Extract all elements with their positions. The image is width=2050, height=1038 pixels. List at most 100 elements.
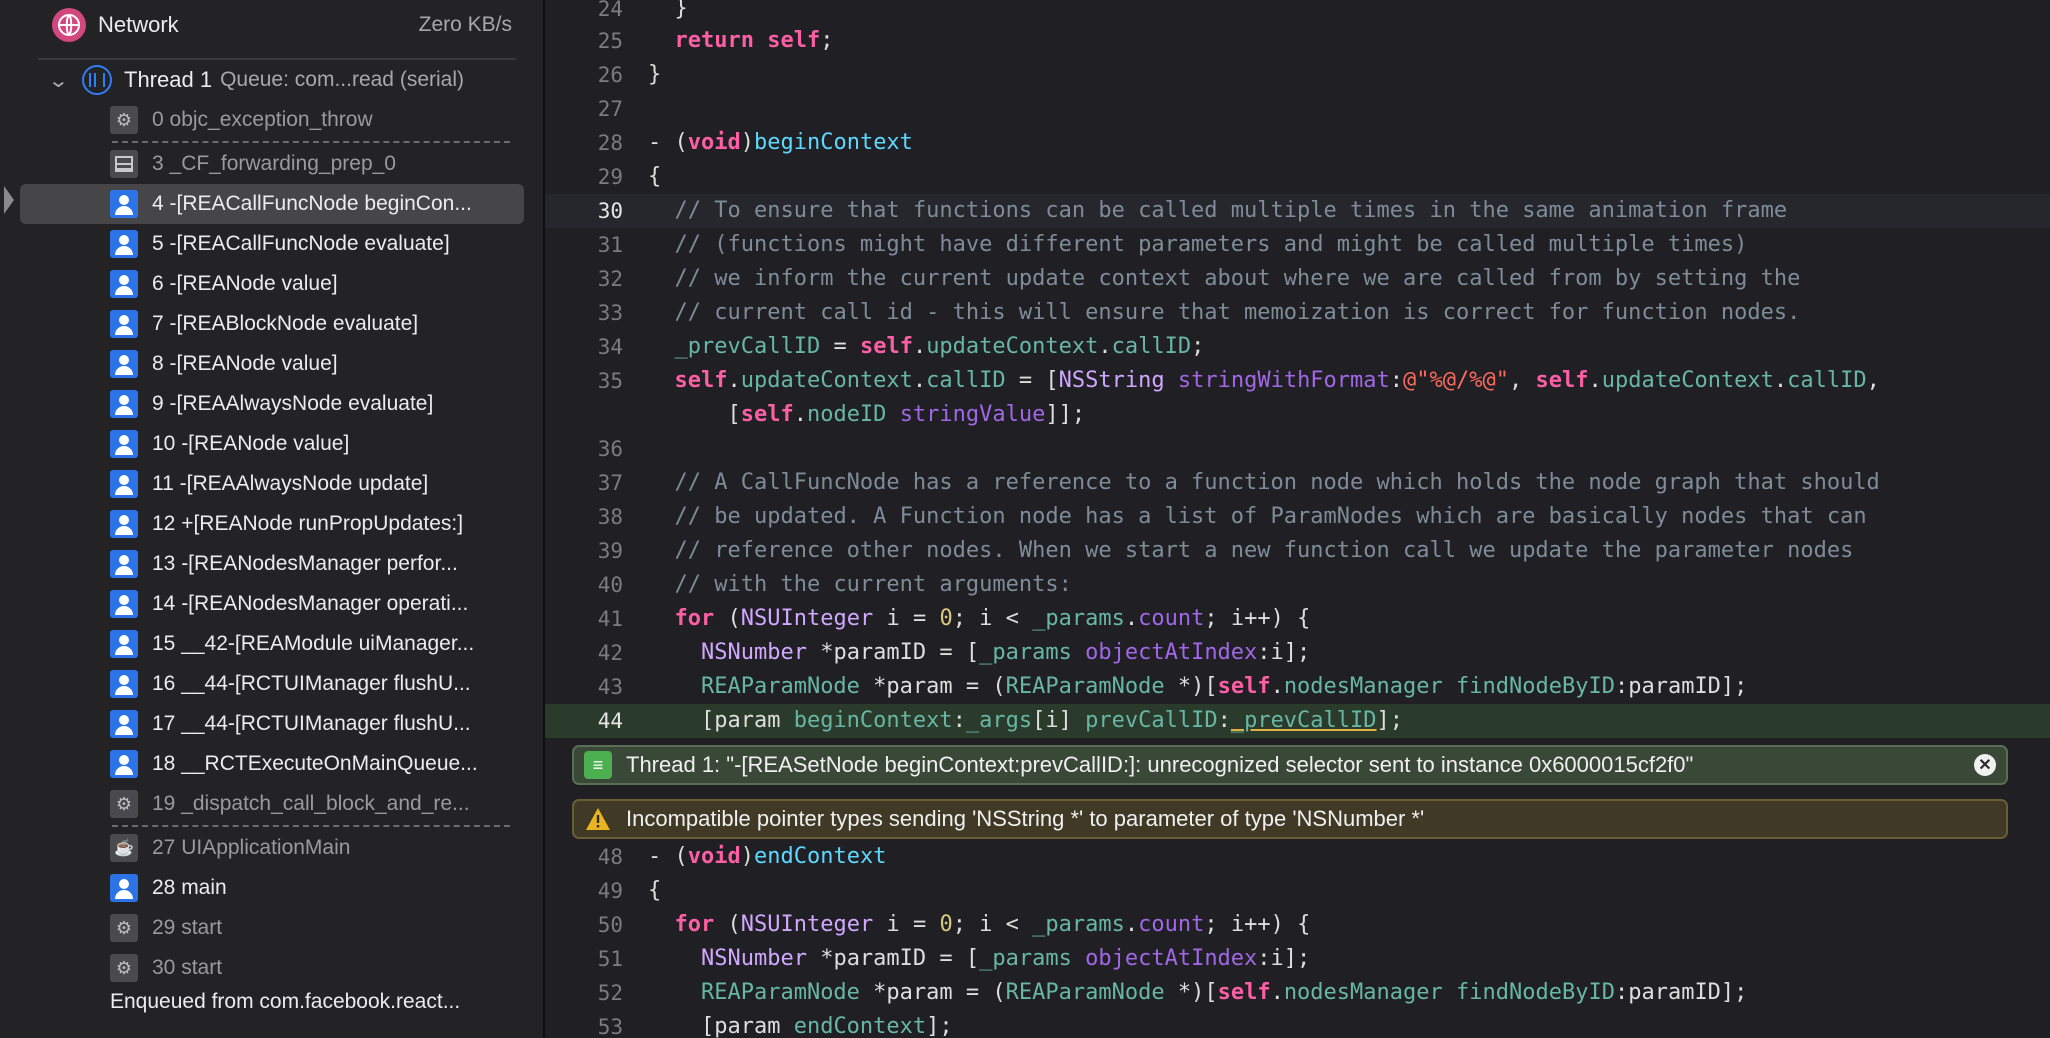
stack-frame[interactable]: ☕ 27 UIApplicationMain [110, 828, 510, 868]
line-number: 35 [597, 369, 623, 393]
gear-icon: ⚙ [110, 790, 138, 818]
line-number: 25 [597, 29, 623, 53]
frame-label: 28 main [152, 876, 227, 899]
user-code-icon [110, 190, 138, 218]
code-line: 37 // A CallFuncNode has a reference to … [545, 466, 2050, 500]
code-comment: // we inform the current update context … [674, 266, 1801, 291]
runtime-error-banner[interactable]: ≡ Thread 1: "-[REASetNode beginContext:p… [572, 745, 2008, 785]
frame-label: 4 -[REACallFuncNode beginCon... [152, 192, 472, 215]
frame-label: 29 start [152, 916, 223, 939]
user-code-icon [110, 430, 138, 458]
code-line: 36 [545, 432, 2050, 466]
network-gauge-row[interactable]: Network Zero KB/s [52, 8, 512, 42]
code-text: [param endContext]; [648, 1014, 953, 1038]
code-text: - (void)endContext [648, 844, 887, 869]
user-code-icon [110, 630, 138, 658]
line-number: 49 [597, 879, 623, 903]
code-text: - (void)beginContext [648, 130, 913, 155]
stack-frame[interactable]: ⚙ 29 start [110, 908, 510, 948]
stack-frame[interactable]: 13 -[REANodesManager perfor... [110, 544, 510, 584]
frame-label: 11 -[REAAlwaysNode update] [152, 472, 429, 495]
frame-label: 12 +[REANode runPropUpdates:] [152, 512, 464, 535]
stack-frame[interactable]: 11 -[REAAlwaysNode update] [110, 464, 510, 504]
debug-navigator: Network Zero KB/s ⌄ Thread 1 Queue: com.… [0, 0, 545, 1038]
code-line: 52 REAParamNode *param = (REAParamNode *… [545, 976, 2050, 1010]
code-line: 53 [param endContext]; [545, 1010, 2050, 1038]
code-text: [param beginContext:_args[i] prevCallID:… [648, 708, 1404, 733]
code-line-error: 44 [param beginContext:_args[i] prevCall… [545, 704, 2050, 738]
code-line: 48 - (void)endContext [545, 840, 2050, 874]
line-number: 41 [597, 607, 623, 631]
frame-label: 10 -[REANode value] [152, 432, 350, 455]
user-code-icon [110, 270, 138, 298]
code-line: 29 { [545, 160, 2050, 194]
stack-frame[interactable]: 12 +[REANode runPropUpdates:] [110, 504, 510, 544]
stack-frame[interactable]: 14 -[REANodesManager operati... [110, 584, 510, 624]
frame-label: 5 -[REACallFuncNode evaluate] [152, 232, 450, 255]
code-line: 38 // be updated. A Function node has a … [545, 500, 2050, 534]
frame-label: 27 UIApplicationMain [152, 836, 351, 859]
code-line: 34 _prevCallID = self.updateContext.call… [545, 330, 2050, 364]
code-comment: // A CallFuncNode has a reference to a f… [674, 470, 1880, 495]
stack-frame[interactable]: 5 -[REACallFuncNode evaluate] [110, 224, 510, 264]
stack-frame[interactable]: 7 -[REABlockNode evaluate] [110, 304, 510, 344]
line-number: 38 [597, 505, 623, 529]
user-code-icon [110, 550, 138, 578]
code-text: } [648, 62, 662, 87]
stack-frame[interactable]: 8 -[REANode value] [110, 344, 510, 384]
code-text: } [648, 0, 688, 21]
line-number: 27 [597, 97, 623, 121]
frame-label: 3 _CF_forwarding_prep_0 [152, 152, 396, 175]
enqueued-from-label: Enqueued from com.facebook.react... [110, 990, 461, 1013]
warning-message: Incompatible pointer types sending 'NSSt… [626, 806, 1425, 831]
chevron-down-icon[interactable]: ⌄ [48, 68, 87, 93]
line-number: 40 [597, 573, 623, 597]
line-number: 36 [597, 437, 623, 461]
gear-icon: ⚙ [110, 106, 138, 134]
frame-label: 13 -[REANodesManager perfor... [152, 552, 458, 575]
stack-frame[interactable]: 16 __44-[RCTUIManager flushU... [110, 664, 510, 704]
code-text: for (NSUInteger i = 0; i < _params.count… [674, 912, 1311, 937]
code-line: 28 - (void)beginContext [545, 126, 2050, 160]
stack-frame[interactable]: 3 _CF_forwarding_prep_0 [110, 144, 510, 184]
warning-banner[interactable]: Incompatible pointer types sending 'NSSt… [572, 799, 2008, 839]
frame-label: 9 -[REAAlwaysNode evaluate] [152, 392, 434, 415]
code-comment: // be updated. A Function node has a lis… [674, 504, 1867, 529]
frame-gap-divider [112, 825, 510, 827]
frame-label: 6 -[REANode value] [152, 272, 338, 295]
code-line-continuation: [self.nodeID stringValue]]; [545, 398, 2050, 432]
user-code-icon [110, 310, 138, 338]
stack-frame[interactable]: 17 __44-[RCTUIManager flushU... [110, 704, 510, 744]
code-line: 31 // (functions might have different pa… [545, 228, 2050, 262]
stack-frame[interactable]: 6 -[REANode value] [110, 264, 510, 304]
cup-icon: ☕ [110, 834, 138, 862]
stack-frame[interactable]: 10 -[REANode value] [110, 424, 510, 464]
code-line: 42 NSNumber *paramID = [_params objectAt… [545, 636, 2050, 670]
code-line: 32 // we inform the current update conte… [545, 262, 2050, 296]
user-code-icon [110, 710, 138, 738]
source-editor[interactable]: 24 } 25 return self; 26 } 27 28 - (void)… [545, 0, 2050, 1038]
thread-row[interactable]: ⌄ Thread 1 Queue: com...read (serial) [48, 63, 464, 97]
frame-label: 15 __42-[REAModule uiManager... [152, 632, 475, 655]
stack-frame[interactable]: ⚙ 30 start [110, 948, 510, 988]
code-comment: // To ensure that functions can be calle… [674, 198, 1788, 223]
frame-gap-divider [112, 141, 510, 143]
stack-frame[interactable]: ⚙ 0 objc_exception_throw [110, 100, 510, 140]
stack-frame-selected[interactable]: 4 -[REACallFuncNode beginCon... [20, 184, 524, 224]
line-number: 43 [597, 675, 623, 699]
frame-label: 14 -[REANodesManager operati... [152, 592, 469, 615]
stack-frame[interactable]: ⚙ 19 _dispatch_call_block_and_re... [110, 784, 510, 824]
user-code-icon [110, 670, 138, 698]
line-number: 50 [597, 913, 623, 937]
stack-frame[interactable]: 15 __42-[REAModule uiManager... [110, 624, 510, 664]
code-line: 41 for (NSUInteger i = 0; i < _params.co… [545, 602, 2050, 636]
stack-frame[interactable]: 18 __RCTExecuteOnMainQueue... [110, 744, 510, 784]
code-comment: // reference other nodes. When we start … [674, 538, 1854, 563]
code-comment: // (functions might have different param… [674, 232, 1748, 257]
divider [38, 58, 516, 60]
stack-frame[interactable]: 9 -[REAAlwaysNode evaluate] [110, 384, 510, 424]
line-number: 34 [597, 335, 623, 359]
stack-frame[interactable]: 28 main [110, 868, 510, 908]
code-line-current: 30 // To ensure that functions can be ca… [545, 194, 2050, 228]
close-icon[interactable]: ✕ [1974, 754, 1996, 776]
